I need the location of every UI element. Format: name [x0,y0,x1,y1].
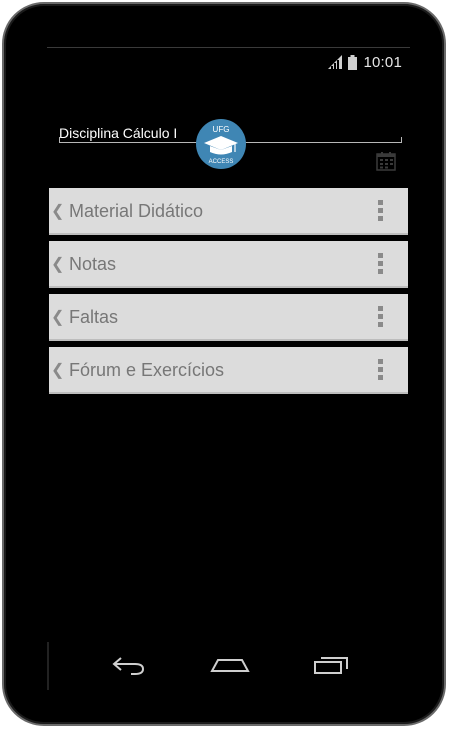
top-divider [47,47,410,48]
menu-list: ❮ Material Didático ❮ Notas ❮ Faltas ❮ F… [49,188,408,400]
menu-item-label: Fórum e Exercícios [69,360,225,380]
overflow-menu-icon[interactable] [378,253,383,275]
chevron-left-icon: ❮ [51,362,65,379]
overflow-menu-icon[interactable] [378,359,383,381]
logo-top-text: UFG [213,125,230,134]
chevron-left-icon: ❮ [51,203,65,220]
home-icon[interactable] [210,654,250,676]
menu-item-label: Notas [69,254,117,274]
status-time: 10:01 [363,53,402,71]
back-icon[interactable] [111,654,147,676]
ufg-access-logo: UFG ACCESS [196,119,246,169]
overflow-menu-icon[interactable] [378,306,383,328]
chevron-left-icon: ❮ [51,309,65,326]
signal-icon [328,55,343,69]
battery-icon [348,54,358,70]
menu-item-notas[interactable]: ❮ Notas [49,241,408,288]
logo-bottom-text: ACCESS [209,159,234,165]
page-title: Disciplina Cálculo I [59,125,178,141]
navigation-bar [47,642,410,692]
calendar-icon[interactable] [376,151,396,171]
phone-frame: 10:01 Disciplina Cálculo I UFG ACCESS ❮ … [2,2,446,726]
menu-item-faltas[interactable]: ❮ Faltas [49,294,408,341]
recent-apps-icon[interactable] [313,654,349,676]
menu-item-label: Material Didático [69,201,204,221]
menu-item-material-didatico[interactable]: ❮ Material Didático [49,188,408,235]
overflow-menu-icon[interactable] [378,200,383,222]
chevron-left-icon: ❮ [51,256,65,273]
status-bar: 10:01 [328,53,402,71]
menu-item-label: Faltas [69,307,119,327]
screen: 10:01 Disciplina Cálculo I UFG ACCESS ❮ … [47,47,410,692]
graduation-cap-icon: UFG ACCESS [204,125,238,165]
menu-item-forum-exercicios[interactable]: ❮ Fórum e Exercícios [49,347,408,394]
